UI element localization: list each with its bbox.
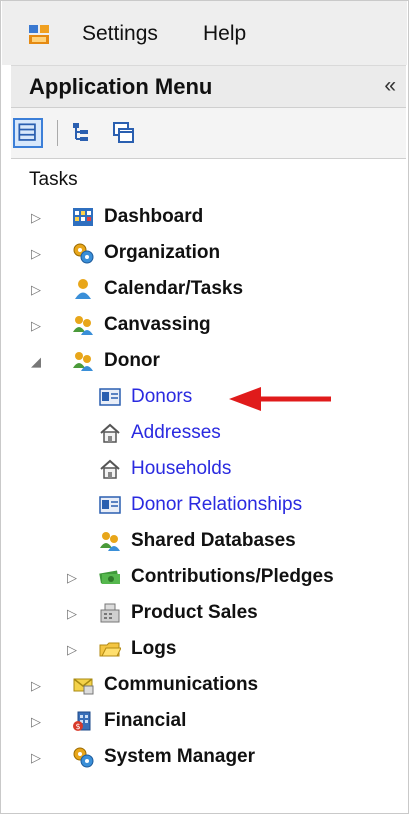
tree-item-label: Logs: [131, 638, 177, 659]
menu-help[interactable]: Help: [203, 22, 246, 46]
tree-item-label: Donor: [104, 350, 160, 371]
tree-item-label: Organization: [104, 242, 221, 263]
tree-item-donor[interactable]: Donor: [72, 346, 160, 376]
tree-view-icon[interactable]: [66, 118, 96, 148]
expander-icon[interactable]: ▷: [31, 750, 41, 766]
collapse-expander-icon[interactable]: ◢: [31, 354, 41, 370]
expander-icon[interactable]: ▷: [67, 570, 77, 586]
svg-text:$: $: [75, 722, 80, 731]
house-icon: [100, 423, 120, 443]
tree-item-label: Donor Relationships: [131, 494, 303, 515]
dashboard-icon: [73, 208, 93, 226]
tree-item-label: Shared Databases: [131, 530, 296, 551]
tree-item-product-sales[interactable]: Product Sales: [99, 598, 258, 628]
expander-icon[interactable]: ▷: [31, 678, 41, 694]
tree-item-donors[interactable]: Donors: [99, 382, 192, 412]
view-toolbar: [11, 107, 406, 159]
expander-icon[interactable]: ▷: [31, 318, 41, 334]
expander-icon[interactable]: ▷: [67, 606, 77, 622]
expander-icon[interactable]: ▷: [67, 642, 77, 658]
tree-item-logs[interactable]: Logs: [99, 634, 176, 664]
tree-item-shared-databases[interactable]: Shared Databases: [99, 526, 296, 556]
expander-icon[interactable]: ▷: [31, 714, 41, 730]
system-icon: [73, 747, 94, 768]
tree-item-label: Calendar/Tasks: [104, 278, 244, 299]
expander-icon[interactable]: ▷: [31, 282, 41, 298]
people-icon: [100, 532, 120, 551]
list-view-icon[interactable]: [13, 118, 43, 148]
application-window: Settings Help Application Menu « Tasks ▷…: [0, 0, 409, 814]
tree-item-addresses[interactable]: Addresses: [99, 418, 221, 448]
window-view-icon[interactable]: [108, 118, 138, 148]
annotation-arrow-icon: [229, 387, 331, 411]
tree-item-label: System Manager: [104, 746, 256, 767]
application-menu-header: Application Menu «: [11, 65, 406, 108]
tree-item-communications[interactable]: Communications: [72, 670, 258, 700]
panel-title: Application Menu: [29, 74, 213, 99]
toolbar-separator: [57, 120, 58, 146]
tree-item-label: Contributions/Pledges: [131, 566, 334, 587]
app-icon: [29, 25, 49, 44]
tree-item-label: Canvassing: [104, 314, 211, 335]
canvassing-icon: [73, 316, 93, 335]
donor-icon: [73, 352, 93, 371]
tree-item-financial[interactable]: $ Financial: [72, 706, 186, 736]
menu-bar: Settings Help: [2, 1, 407, 65]
tree-item-system-manager[interactable]: System Manager: [72, 742, 255, 772]
tree-item-label: Communications: [104, 674, 259, 695]
tree-item-label: Addresses: [131, 422, 221, 443]
card-icon: [99, 496, 121, 514]
tree-item-organization[interactable]: Organization: [72, 238, 220, 268]
menu-settings[interactable]: Settings: [82, 22, 158, 46]
tree-item-label: Financial: [104, 710, 187, 731]
money-icon: [99, 570, 120, 584]
tree-item-label: Dashboard: [104, 206, 204, 227]
house-icon: [100, 459, 120, 479]
card-icon: [99, 388, 121, 406]
tasks-label: Tasks: [29, 169, 78, 190]
calendar-icon: [75, 279, 91, 299]
collapse-panel-icon[interactable]: «: [384, 74, 396, 98]
tree-item-label: Households: [131, 458, 232, 479]
communications-icon: [73, 678, 94, 695]
tree-item-dashboard[interactable]: Dashboard: [72, 202, 203, 232]
organization-icon: [73, 243, 94, 264]
tree-item-donor-relationships[interactable]: Donor Relationships: [99, 490, 302, 520]
folder-icon: [99, 642, 121, 657]
tree-item-households[interactable]: Households: [99, 454, 231, 484]
tree-item-canvassing[interactable]: Canvassing: [72, 310, 211, 340]
expander-icon[interactable]: ▷: [31, 210, 41, 226]
register-icon: [100, 603, 120, 623]
tree-item-contributions-pledges[interactable]: Contributions/Pledges: [99, 562, 334, 592]
tree-item-calendar-tasks[interactable]: Calendar/Tasks: [72, 274, 243, 304]
financial-icon: $: [73, 711, 91, 731]
tree-item-label: Donors: [131, 386, 193, 407]
tree-item-label: Product Sales: [131, 602, 258, 623]
expander-icon[interactable]: ▷: [31, 246, 41, 262]
